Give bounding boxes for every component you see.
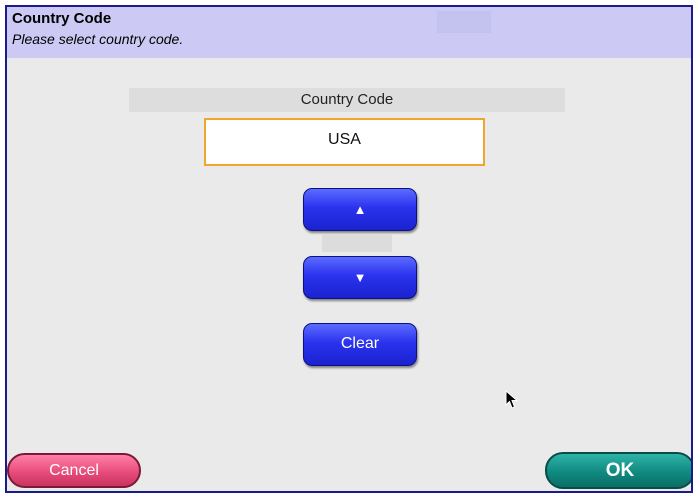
scroll-down-button[interactable]: ▼ — [303, 256, 417, 299]
cancel-button[interactable]: Cancel — [7, 453, 141, 488]
spacer-patch — [322, 234, 392, 252]
country-code-value[interactable]: USA — [204, 118, 485, 166]
dialog-header: Country Code Please select country code. — [7, 7, 691, 58]
country-code-dialog: Country Code Please select country code.… — [5, 5, 693, 493]
mouse-pointer-icon — [505, 390, 519, 409]
down-arrow-icon: ▼ — [353, 270, 367, 285]
clear-button[interactable]: Clear — [303, 323, 417, 366]
scroll-up-button[interactable]: ▲ — [303, 188, 417, 231]
dialog-title: Country Code — [12, 10, 112, 27]
ok-button[interactable]: OK — [545, 452, 691, 489]
header-decoration — [437, 11, 491, 33]
up-arrow-icon: ▲ — [353, 202, 367, 217]
country-code-label: Country Code — [129, 88, 565, 112]
dialog-subtitle: Please select country code. — [12, 31, 184, 47]
